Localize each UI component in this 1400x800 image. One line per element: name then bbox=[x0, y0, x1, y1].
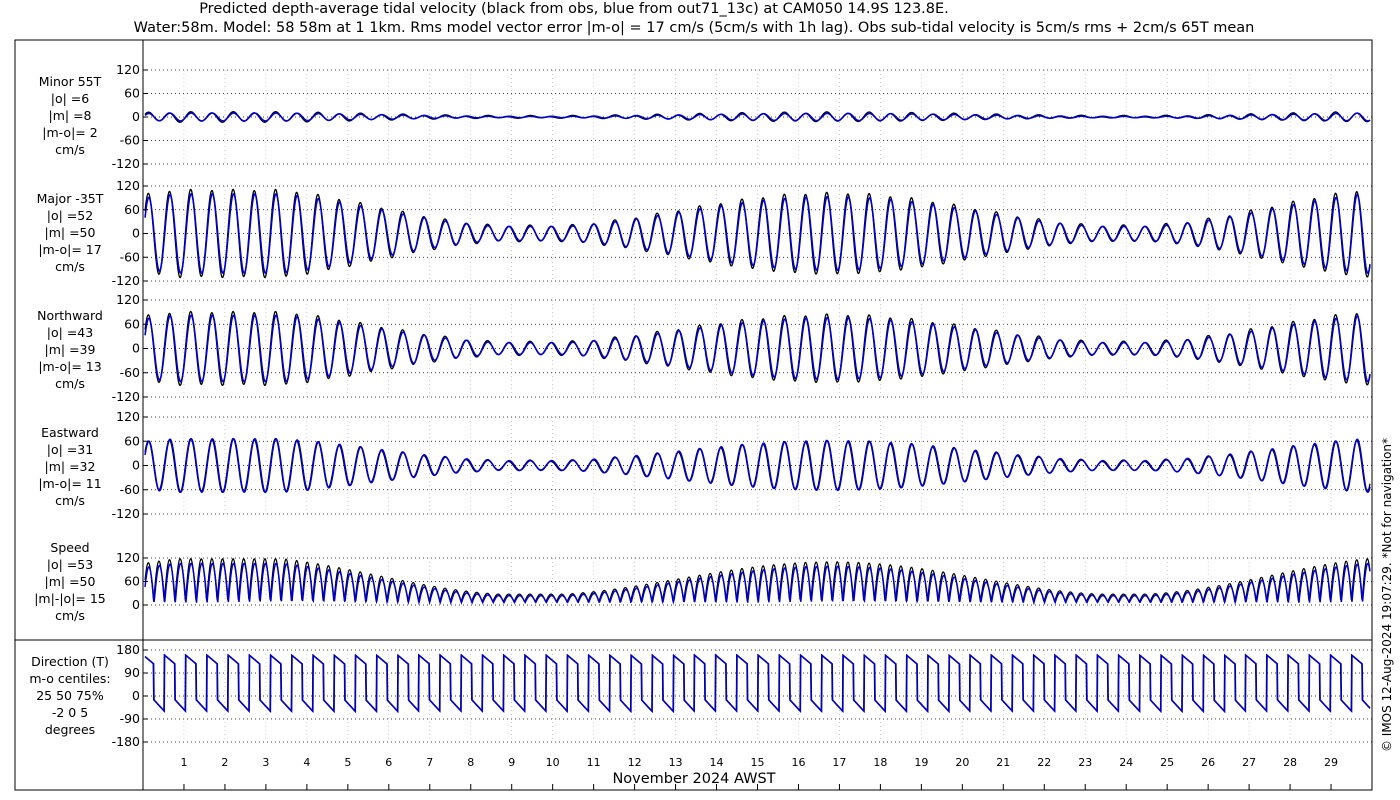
tidal-velocity-figure: Predicted depth-average tidal velocity (… bbox=[0, 0, 1400, 800]
speed-ytick-label: 0 bbox=[132, 597, 140, 612]
title-line-1: Predicted depth-average tidal velocity (… bbox=[199, 1, 949, 17]
x-tick-label: 27 bbox=[1242, 756, 1256, 769]
major-label-line: cm/s bbox=[55, 259, 85, 274]
major-ytick-label: 120 bbox=[116, 178, 140, 193]
eastward-ytick-label: 120 bbox=[116, 409, 140, 424]
x-axis-label: November 2024 AWST bbox=[612, 771, 775, 787]
direction-ytick-label: -90 bbox=[120, 711, 140, 726]
x-tick-label: 11 bbox=[587, 756, 601, 769]
x-tick-label: 10 bbox=[546, 756, 560, 769]
x-tick-label: 25 bbox=[1160, 756, 1174, 769]
x-tick-label: 29 bbox=[1324, 756, 1338, 769]
northward-label-line: |o| =43 bbox=[47, 325, 93, 340]
x-tick-label: 23 bbox=[1078, 756, 1092, 769]
eastward-label-line: |m| =32 bbox=[45, 459, 96, 474]
eastward-label-line: |o| =31 bbox=[47, 442, 93, 457]
eastward-ytick-label: 0 bbox=[132, 458, 140, 473]
minor-label-line: |m| =8 bbox=[49, 108, 92, 123]
northward-label-line: |m-o|= 13 bbox=[38, 359, 101, 374]
minor-ytick-label: -120 bbox=[112, 156, 140, 171]
x-tick-label: 17 bbox=[832, 756, 846, 769]
northward-ytick-label: 0 bbox=[132, 341, 140, 356]
direction-ytick-label: 0 bbox=[132, 688, 140, 703]
speed-ytick-label: 120 bbox=[116, 550, 140, 565]
x-tick-label: 16 bbox=[791, 756, 805, 769]
direction-ytick-label: 180 bbox=[116, 642, 140, 657]
x-tick-label: 3 bbox=[262, 756, 269, 769]
eastward-ytick-label: -60 bbox=[120, 482, 140, 497]
major-ytick-label: 0 bbox=[132, 226, 140, 241]
eastward-label-line: cm/s bbox=[55, 493, 85, 508]
northward-ytick-label: 120 bbox=[116, 292, 140, 307]
x-tick-label: 26 bbox=[1201, 756, 1215, 769]
major-label-line: |m-o|= 17 bbox=[38, 242, 101, 257]
eastward-ytick-label: -120 bbox=[112, 506, 140, 521]
x-tick-label: 28 bbox=[1283, 756, 1297, 769]
x-tick-label: 5 bbox=[344, 756, 351, 769]
minor-label-line: |o| =6 bbox=[51, 91, 90, 106]
northward-ytick-label: 60 bbox=[124, 316, 140, 331]
speed-label-line: cm/s bbox=[55, 608, 85, 623]
minor-ytick-label: 60 bbox=[124, 86, 140, 101]
speed-label-line: |m| =50 bbox=[45, 574, 96, 589]
x-tick-label: 8 bbox=[467, 756, 474, 769]
northward-label-line: cm/s bbox=[55, 376, 85, 391]
direction-label-line: Direction (T) bbox=[31, 654, 109, 669]
side-note-group: © IMOS 12-Aug-2024 19:07:29. *Not for na… bbox=[1380, 438, 1394, 752]
minor-ytick-label: -60 bbox=[120, 133, 140, 148]
x-tick-label: 18 bbox=[873, 756, 887, 769]
title-line-2: Water:58m. Model: 58 58m at 1 1km. Rms m… bbox=[134, 20, 1255, 36]
minor-ytick-label: 0 bbox=[132, 109, 140, 124]
x-tick-label: 19 bbox=[914, 756, 928, 769]
major-ytick-label: 60 bbox=[124, 202, 140, 217]
x-tick-label: 14 bbox=[710, 756, 724, 769]
northward-label-line: Northward bbox=[37, 308, 103, 323]
figure-background bbox=[0, 0, 1400, 800]
northward-ytick-label: -60 bbox=[120, 365, 140, 380]
major-ytick-label: -60 bbox=[120, 249, 140, 264]
x-tick-label: 24 bbox=[1119, 756, 1133, 769]
direction-label-line: m-o centiles: bbox=[29, 671, 110, 686]
x-tick-label: 13 bbox=[669, 756, 683, 769]
northward-label-line: |m| =39 bbox=[45, 342, 96, 357]
minor-label-line: cm/s bbox=[55, 142, 85, 157]
direction-ytick-label: 90 bbox=[124, 665, 140, 680]
eastward-label-line: Eastward bbox=[41, 425, 99, 440]
minor-label-line: |m-o|= 2 bbox=[42, 125, 97, 140]
x-tick-label: 2 bbox=[221, 756, 228, 769]
eastward-ytick-label: 60 bbox=[124, 433, 140, 448]
speed-label-line: |m|-|o|= 15 bbox=[34, 591, 106, 606]
x-tick-label: 12 bbox=[628, 756, 642, 769]
northward-ytick-label: -120 bbox=[112, 389, 140, 404]
major-label-line: |o| =52 bbox=[47, 208, 93, 223]
major-label-line: Major -35T bbox=[37, 191, 104, 206]
speed-label-line: Speed bbox=[50, 540, 89, 555]
speed-label-line: |o| =53 bbox=[47, 557, 93, 572]
x-tick-label: 9 bbox=[508, 756, 515, 769]
eastward-label-line: |m-o|= 11 bbox=[38, 476, 101, 491]
minor-ytick-label: 120 bbox=[116, 62, 140, 77]
x-tick-label: 22 bbox=[1037, 756, 1051, 769]
direction-label-line: 25 50 75% bbox=[36, 688, 104, 703]
x-tick-label: 15 bbox=[751, 756, 765, 769]
direction-label-line: -2 0 5 bbox=[52, 705, 88, 720]
major-ytick-label: -120 bbox=[112, 273, 140, 288]
direction-label-line: degrees bbox=[45, 722, 95, 737]
minor-label-line: Minor 55T bbox=[39, 74, 102, 89]
speed-ytick-label: 60 bbox=[124, 574, 140, 589]
direction-ytick-label: -180 bbox=[112, 734, 140, 749]
x-tick-label: 20 bbox=[955, 756, 969, 769]
major-label-line: |m| =50 bbox=[45, 225, 96, 240]
x-tick-label: 21 bbox=[996, 756, 1010, 769]
x-tick-label: 4 bbox=[303, 756, 310, 769]
x-tick-label: 7 bbox=[426, 756, 433, 769]
x-tick-label: 1 bbox=[180, 756, 187, 769]
copyright-note: © IMOS 12-Aug-2024 19:07:29. *Not for na… bbox=[1380, 438, 1394, 752]
x-tick-label: 6 bbox=[385, 756, 392, 769]
